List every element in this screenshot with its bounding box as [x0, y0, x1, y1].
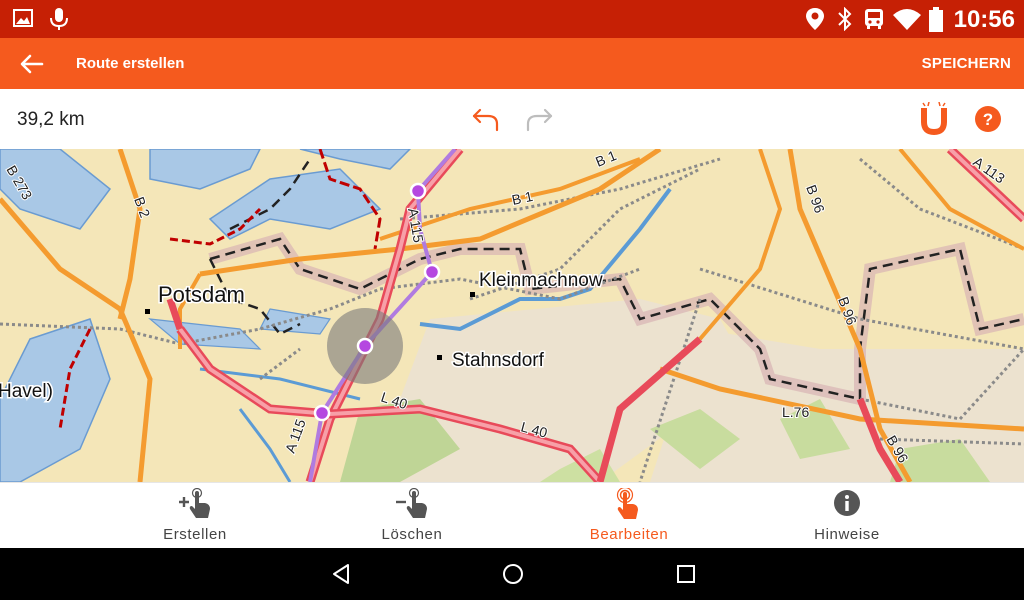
nav-item-loeschen[interactable]: Löschen — [312, 483, 512, 549]
location-icon — [806, 8, 824, 30]
route-point[interactable] — [356, 337, 374, 355]
bottom-navigation: Erstellen Löschen Bearbeiten Hinweise — [0, 482, 1024, 549]
back-icon[interactable] — [329, 562, 353, 586]
nav-label: Hinweise — [814, 526, 880, 543]
help-icon[interactable]: ? — [974, 105, 1002, 133]
nav-item-bearbeiten[interactable]: Bearbeiten — [529, 483, 729, 549]
nav-label: Bearbeiten — [589, 526, 669, 543]
add-touch-icon — [179, 488, 210, 518]
road-label: B 96 — [803, 183, 828, 216]
nav-item-hinweise[interactable]: Hinweise — [747, 483, 947, 549]
clock: 10:56 — [953, 6, 1015, 33]
remove-touch-icon — [396, 488, 427, 518]
place-label: Potsdam — [158, 282, 245, 307]
recents-icon[interactable] — [674, 562, 698, 586]
save-button[interactable]: SPEICHERN — [922, 55, 1011, 72]
road-label: A 115 — [405, 207, 427, 244]
page-title: Route erstellen — [76, 55, 185, 72]
magnet-icon[interactable] — [918, 102, 950, 136]
route-point[interactable] — [409, 182, 427, 200]
redo-icon[interactable] — [524, 104, 554, 134]
back-arrow-icon[interactable] — [18, 50, 46, 78]
undo-icon[interactable] — [471, 104, 501, 134]
home-icon[interactable] — [501, 562, 525, 586]
road-label: B 1 — [510, 188, 534, 208]
road-label: A 115 — [282, 417, 309, 455]
route-toolbar: 39,2 km ? — [0, 89, 1024, 150]
wifi-icon — [893, 9, 921, 30]
route-map[interactable]: Potsdam Kleinmachnow Stahnsdorf Havel) B… — [0, 149, 1024, 482]
map-canvas[interactable]: Potsdam Kleinmachnow Stahnsdorf Havel) B… — [0, 149, 1024, 482]
route-point[interactable] — [313, 404, 331, 422]
svg-text:?: ? — [983, 110, 993, 129]
bluetooth-icon — [838, 7, 852, 31]
mic-icon — [50, 8, 68, 30]
nav-item-erstellen[interactable]: Erstellen — [95, 483, 295, 549]
route-distance: 39,2 km — [17, 109, 85, 130]
nav-label: Löschen — [381, 526, 443, 543]
place-label: Stahnsdorf — [452, 350, 545, 371]
route-point[interactable] — [423, 263, 441, 281]
place-label: Havel) — [0, 381, 53, 402]
status-bar: 10:56 — [0, 0, 1024, 38]
road-label: L.76 — [782, 404, 809, 420]
info-icon — [834, 490, 860, 516]
nav-label: Erstellen — [163, 526, 227, 543]
system-navigation-bar — [0, 548, 1024, 600]
image-icon — [13, 9, 33, 27]
edit-touch-icon — [616, 488, 638, 519]
battery-icon — [929, 7, 943, 32]
place-label: Kleinmachnow — [479, 270, 603, 291]
road-label: B 2 — [131, 195, 153, 220]
app-bar: Route erstellen SPEICHERN — [0, 38, 1024, 89]
transit-icon — [865, 9, 883, 29]
